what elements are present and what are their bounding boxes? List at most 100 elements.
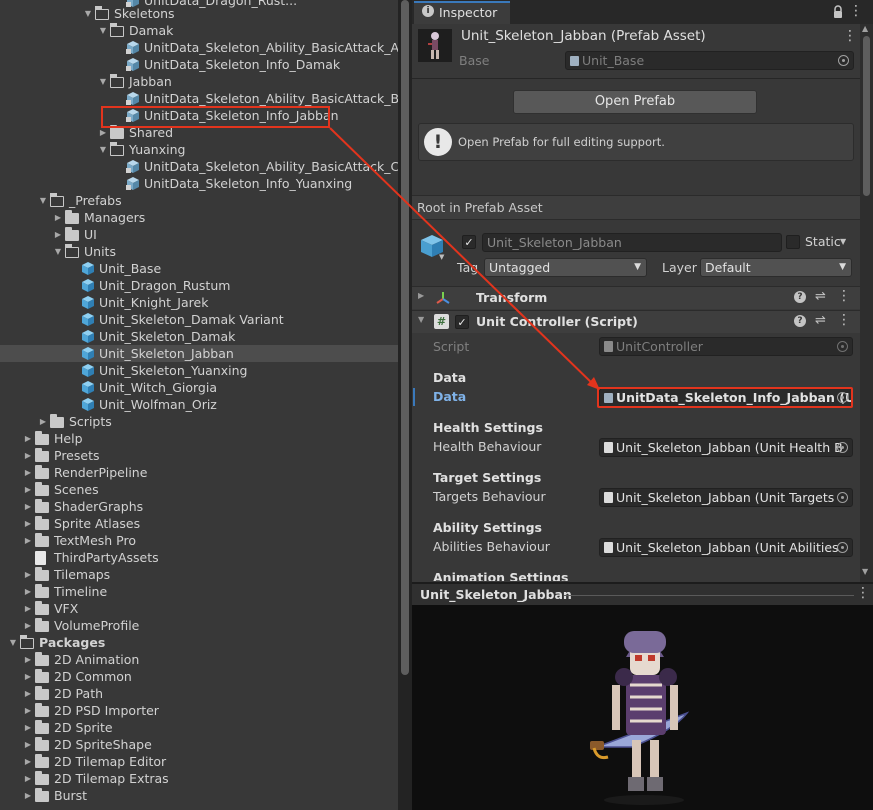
tree-item-asset[interactable]: Unit_Wolfman_Oriz xyxy=(0,396,398,413)
component-menu-icon[interactable]: ⋮ xyxy=(837,288,851,304)
tree-item-asset[interactable]: UnitData_Skeleton_Info_Yuanxing xyxy=(0,175,398,192)
preset-icon[interactable]: ⇌ xyxy=(815,313,826,328)
tree-item-asset[interactable]: Unit_Knight_Jarek xyxy=(0,294,398,311)
foldout-collapsed-icon[interactable]: ▶ xyxy=(23,566,33,583)
foldout-collapsed-icon[interactable]: ▶ xyxy=(38,413,48,430)
tree-item-folder[interactable]: ▶ Burst xyxy=(0,787,398,804)
tree-item-asset[interactable]: Unit_Skeleton_Yuanxing xyxy=(0,362,398,379)
tree-item-folder[interactable]: ▶ Help xyxy=(0,430,398,447)
tree-item-folder[interactable]: ▶ VolumeProfile xyxy=(0,617,398,634)
foldout-collapsed-icon[interactable]: ▶ xyxy=(23,430,33,447)
tree-item-folder[interactable]: ▼ Skeletons xyxy=(0,5,398,22)
tree-item-folder[interactable]: ▶ 2D Tilemap Editor xyxy=(0,753,398,770)
scroll-up-icon[interactable]: ▲ xyxy=(862,24,868,33)
target-field[interactable]: Unit_Skeleton_Jabban (Unit Targets xyxy=(599,488,853,507)
tree-item-asset[interactable]: ThirdPartyAssets xyxy=(0,549,398,566)
tree-item-asset[interactable]: Unit_Dragon_Rustum xyxy=(0,277,398,294)
tree-item-folder[interactable]: ▶ 2D Common xyxy=(0,668,398,685)
inspector-scroll-thumb[interactable] xyxy=(863,36,870,196)
tree-item-folder[interactable]: ▶ UI xyxy=(0,226,398,243)
tree-item-folder[interactable]: ▶ 2D Animation xyxy=(0,651,398,668)
tab-inspector[interactable]: i Inspector xyxy=(414,1,510,24)
tree-item-folder[interactable]: ▶ Scenes xyxy=(0,481,398,498)
tree-item-folder[interactable]: ▼ Yuanxing xyxy=(0,141,398,158)
foldout-collapsed-icon[interactable]: ▶ xyxy=(23,600,33,617)
tree-item-folder[interactable]: ▶ Managers xyxy=(0,209,398,226)
foldout-collapsed-icon[interactable]: ▶ xyxy=(23,685,33,702)
help-icon[interactable]: ? xyxy=(794,291,806,303)
health-field[interactable]: Unit_Skeleton_Jabban (Unit Health B xyxy=(599,438,853,457)
foldout-expanded-icon[interactable]: ▼ xyxy=(98,141,108,158)
tree-item-folder[interactable]: ▼ Units xyxy=(0,243,398,260)
panel-splitter[interactable] xyxy=(398,0,412,810)
tree-item-asset[interactable]: Unit_Witch_Giorgia xyxy=(0,379,398,396)
foldout-collapsed-icon[interactable]: ▶ xyxy=(23,753,33,770)
tag-dropdown[interactable]: Untagged ▼ xyxy=(484,258,647,277)
tree-scrollbar-thumb[interactable] xyxy=(401,0,409,675)
foldout-collapsed-icon[interactable]: ▶ xyxy=(23,532,33,549)
foldout-collapsed-icon[interactable]: ▶ xyxy=(23,787,33,804)
foldout-expanded-icon[interactable]: ▼ xyxy=(98,73,108,90)
foldout-collapsed-icon[interactable]: ▶ xyxy=(23,770,33,787)
tree-item-folder[interactable]: ▼ Jabban xyxy=(0,73,398,90)
foldout-expanded-icon[interactable]: ▼ xyxy=(53,243,63,260)
object-picker-icon[interactable] xyxy=(838,55,849,66)
kebab-menu-icon[interactable]: ⋮ xyxy=(849,3,863,19)
inspector-scrollbar[interactable]: ▲ ▼ xyxy=(860,24,873,582)
layer-dropdown[interactable]: Default ▼ xyxy=(700,258,852,277)
static-checkbox[interactable] xyxy=(786,235,800,249)
foldout-collapsed-icon[interactable]: ▶ xyxy=(23,719,33,736)
component-enabled-checkbox[interactable]: ✓ xyxy=(455,315,469,329)
preview-header[interactable]: Unit_Skeleton_Jabban ⋮ xyxy=(412,582,873,605)
foldout-collapsed-icon[interactable]: ▶ xyxy=(53,226,63,243)
tree-item-folder[interactable]: ▶ Presets xyxy=(0,447,398,464)
tree-item-folder[interactable]: ▶ 2D SpriteShape xyxy=(0,736,398,753)
active-checkbox[interactable]: ✓ xyxy=(462,235,476,249)
object-name-field[interactable]: Unit_Skeleton_Jabban xyxy=(482,233,782,252)
tree-item-asset[interactable]: UnitData_Skeleton_Ability_BasicAttack_A xyxy=(0,39,398,56)
tree-item-folder[interactable]: ▼ _Prefabs xyxy=(0,192,398,209)
tree-item-folder[interactable]: ▶ ShaderGraphs xyxy=(0,498,398,515)
tree-item-asset[interactable]: UnitData_Skeleton_Ability_BasicAttack_B xyxy=(0,90,398,107)
help-icon[interactable]: ? xyxy=(794,315,806,327)
foldout-collapsed-icon[interactable]: ▶ xyxy=(23,464,33,481)
foldout-expanded-icon[interactable]: ▼ xyxy=(8,634,18,651)
tree-item-folder[interactable]: ▶ Timeline xyxy=(0,583,398,600)
foldout-collapsed-icon[interactable]: ▶ xyxy=(23,481,33,498)
tree-item-asset[interactable]: Unit_Skeleton_Damak xyxy=(0,328,398,345)
tree-item-asset[interactable]: Unit_Base xyxy=(0,260,398,277)
base-field[interactable]: Unit_Base xyxy=(565,51,854,70)
object-picker-icon[interactable] xyxy=(837,492,848,503)
component-menu-icon[interactable]: ⋮ xyxy=(837,312,851,328)
foldout-collapsed-icon[interactable]: ▶ xyxy=(23,702,33,719)
foldout-collapsed-icon[interactable]: ▶ xyxy=(23,498,33,515)
foldout-arrow-icon[interactable]: ▶ xyxy=(418,291,424,300)
foldout-expanded-icon[interactable]: ▼ xyxy=(98,22,108,39)
object-picker-icon[interactable] xyxy=(837,442,848,453)
foldout-collapsed-icon[interactable]: ▶ xyxy=(23,736,33,753)
tree-item-folder[interactable]: ▶ 2D Tilemap Extras xyxy=(0,770,398,787)
foldout-collapsed-icon[interactable]: ▶ xyxy=(53,209,63,226)
asset-menu-icon[interactable]: ⋮ xyxy=(843,28,857,44)
tree-item-asset[interactable]: Unit_Skeleton_Damak Variant xyxy=(0,311,398,328)
preview-menu-icon[interactable]: ⋮ xyxy=(856,585,870,601)
tree-item-folder[interactable]: ▶ VFX xyxy=(0,600,398,617)
prefab-preview[interactable] xyxy=(412,605,873,810)
foldout-collapsed-icon[interactable]: ▶ xyxy=(23,651,33,668)
transform-component-header[interactable]: ▶ Transform ? ⇌ ⋮ xyxy=(412,286,860,309)
foldout-collapsed-icon[interactable]: ▶ xyxy=(23,583,33,600)
tree-item-folder[interactable]: ▶ 2D PSD Importer xyxy=(0,702,398,719)
object-picker-icon[interactable] xyxy=(837,542,848,553)
unit-controller-header[interactable]: ▼ # ✓ Unit Controller (Script) ? ⇌ ⋮ xyxy=(412,310,860,333)
ability-field[interactable]: Unit_Skeleton_Jabban (Unit Abilities xyxy=(599,538,853,557)
open-prefab-button[interactable]: Open Prefab xyxy=(513,90,757,114)
foldout-collapsed-icon[interactable]: ▶ xyxy=(23,515,33,532)
tree-item-asset[interactable]: UnitData_Skeleton_Ability_BasicAttack_C xyxy=(0,158,398,175)
tree-item-folder[interactable]: ▶ TextMesh Pro xyxy=(0,532,398,549)
static-dropdown-icon[interactable]: ▼ xyxy=(840,237,846,246)
foldout-expanded-icon[interactable]: ▼ xyxy=(38,192,48,209)
preset-icon[interactable]: ⇌ xyxy=(815,289,826,304)
tree-item-folder[interactable]: ▶ Scripts xyxy=(0,413,398,430)
tree-item-folder[interactable]: ▼ Packages xyxy=(0,634,398,651)
tree-item-asset[interactable]: Unit_Skeleton_Jabban xyxy=(0,345,398,362)
